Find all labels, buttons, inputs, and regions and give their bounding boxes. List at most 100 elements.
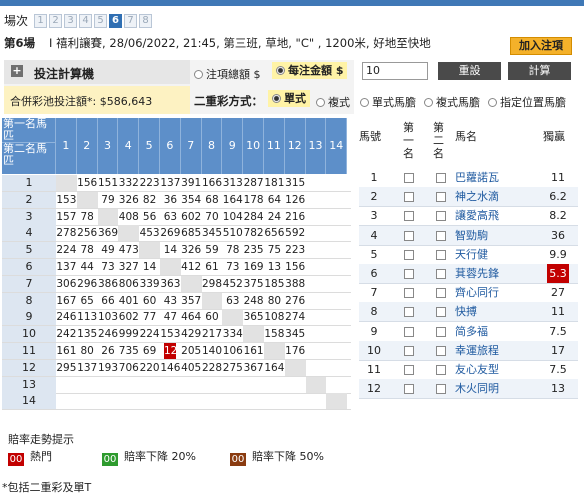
matrix-cell[interactable]: 69 — [139, 343, 160, 359]
matrix-cell[interactable]: 656 — [264, 225, 285, 241]
mode-option-5[interactable]: 指定位置馬膽 — [488, 94, 566, 110]
matrix-cell[interactable]: 153 — [56, 192, 77, 208]
first-place-checkbox[interactable] — [404, 230, 414, 241]
matrix-cell[interactable] — [264, 393, 285, 409]
matrix-cell[interactable] — [306, 225, 327, 241]
matrix-cell[interactable]: 369 — [98, 225, 119, 241]
matrix-cell[interactable]: 223 — [139, 175, 160, 191]
matrix-cell[interactable]: 61 — [202, 259, 223, 275]
runner-name[interactable]: 神之水滴 — [455, 187, 499, 206]
matrix-cell[interactable] — [306, 276, 327, 292]
matrix-cell[interactable] — [306, 309, 327, 325]
matrix-cell[interactable]: 412 — [181, 259, 202, 275]
matrix-cell[interactable]: 452 — [222, 276, 243, 292]
matrix-cell[interactable]: 14 — [139, 259, 160, 275]
runner-name[interactable]: 巴蘿諾瓦 — [455, 168, 499, 187]
matrix-cell[interactable]: 216 — [285, 209, 306, 225]
runner-name[interactable]: 友心友型 — [455, 360, 499, 379]
matrix-cell[interactable]: 185 — [264, 276, 285, 292]
matrix-cell[interactable] — [139, 377, 160, 393]
matrix-cell[interactable] — [202, 393, 223, 409]
second-place-checkbox[interactable] — [436, 211, 446, 222]
matrix-cell[interactable]: 70 — [202, 209, 223, 225]
matrix-cell[interactable] — [306, 343, 327, 359]
matrix-cell[interactable]: 161 — [243, 343, 264, 359]
matrix-cell[interactable] — [264, 377, 285, 393]
matrix-cell[interactable]: 47 — [160, 309, 181, 325]
matrix-cell[interactable]: 13 — [264, 259, 285, 275]
matrix-cell[interactable]: 77 — [139, 309, 160, 325]
matrix-cell[interactable]: 602 — [118, 309, 139, 325]
matrix-cell[interactable]: 135 — [77, 326, 98, 342]
matrix-cell[interactable]: 80 — [264, 293, 285, 309]
matrix-cell[interactable]: 44 — [77, 259, 98, 275]
matrix-cell[interactable]: 156 — [77, 175, 98, 191]
matrix-cell[interactable]: 60 — [139, 293, 160, 309]
matrix-cell[interactable]: 82 — [139, 192, 160, 208]
matrix-cell[interactable]: 157 — [56, 209, 77, 225]
first-place-checkbox[interactable] — [404, 365, 414, 375]
matrix-cell[interactable]: 14 — [160, 242, 181, 258]
matrix-cell[interactable]: 276 — [285, 293, 306, 309]
second-place-checkbox[interactable] — [436, 307, 446, 318]
matrix-cell[interactable] — [98, 377, 119, 393]
matrix-cell[interactable] — [326, 360, 347, 376]
matrix-cell[interactable] — [56, 377, 77, 393]
runner-name[interactable]: 简多福 — [455, 322, 488, 341]
race-button-2[interactable]: 2 — [49, 13, 63, 28]
radio-icon[interactable] — [316, 98, 325, 107]
matrix-cell[interactable] — [326, 209, 347, 225]
race-button-6[interactable]: 6 — [109, 13, 123, 28]
mode-option-1[interactable]: 單式 — [268, 90, 310, 107]
matrix-cell[interactable] — [306, 326, 327, 342]
matrix-cell[interactable]: 36 — [160, 192, 181, 208]
matrix-cell[interactable]: 242 — [56, 326, 77, 342]
matrix-cell[interactable]: 181 — [264, 175, 285, 191]
matrix-cell[interactable]: 278 — [56, 225, 77, 241]
matrix-cell[interactable] — [222, 393, 243, 409]
matrix-cell[interactable]: 103 — [98, 309, 119, 325]
radio-selected-icon[interactable] — [276, 66, 285, 75]
matrix-cell[interactable]: 220 — [139, 360, 160, 376]
matrix-cell[interactable]: 68 — [202, 192, 223, 208]
runner-name[interactable]: 讓愛高飛 — [455, 206, 499, 225]
second-place-checkbox[interactable] — [436, 249, 446, 260]
runner-name[interactable]: 天行健 — [455, 245, 488, 264]
matrix-cell[interactable]: 59 — [202, 242, 223, 258]
matrix-cell[interactable]: 164 — [222, 192, 243, 208]
matrix-cell[interactable]: 391 — [181, 175, 202, 191]
matrix-cell[interactable]: 274 — [285, 309, 306, 325]
matrix-cell[interactable]: 246 — [98, 326, 119, 342]
option-unit-amount[interactable]: 每注金額 $ — [272, 62, 348, 79]
matrix-cell[interactable]: 275 — [222, 360, 243, 376]
matrix-cell[interactable]: 453 — [139, 225, 160, 241]
mode-option-4[interactable]: 複式馬膽 — [424, 94, 480, 110]
first-place-checkbox[interactable] — [404, 288, 414, 299]
matrix-cell[interactable] — [326, 192, 347, 208]
matrix-cell[interactable] — [118, 393, 139, 409]
matrix-cell[interactable]: 999 — [118, 326, 139, 342]
matrix-cell[interactable]: 106 — [222, 343, 243, 359]
amount-input[interactable]: 10 — [362, 62, 428, 80]
matrix-cell[interactable]: 315 — [285, 175, 306, 191]
matrix-cell[interactable]: 326 — [118, 192, 139, 208]
matrix-cell[interactable]: 140 — [202, 343, 223, 359]
matrix-cell[interactable]: 75 — [264, 242, 285, 258]
second-place-checkbox[interactable] — [436, 173, 446, 183]
matrix-cell[interactable]: 332 — [118, 175, 139, 191]
matrix-cell[interactable] — [222, 377, 243, 393]
second-place-checkbox[interactable] — [436, 192, 446, 203]
matrix-cell[interactable]: 161 — [56, 343, 77, 359]
matrix-cell[interactable]: 223 — [285, 242, 306, 258]
matrix-cell[interactable] — [285, 393, 306, 409]
matrix-cell[interactable]: 256 — [77, 225, 98, 241]
radio-icon[interactable] — [194, 70, 203, 79]
matrix-cell[interactable]: 408 — [118, 209, 139, 225]
matrix-cell[interactable]: 334 — [222, 326, 243, 342]
matrix-cell[interactable] — [160, 393, 181, 409]
matrix-cell[interactable] — [181, 393, 202, 409]
first-place-checkbox[interactable] — [404, 326, 414, 337]
matrix-cell[interactable]: 367 — [243, 360, 264, 376]
matrix-cell[interactable]: 66 — [98, 293, 119, 309]
radio-icon[interactable] — [360, 98, 369, 107]
